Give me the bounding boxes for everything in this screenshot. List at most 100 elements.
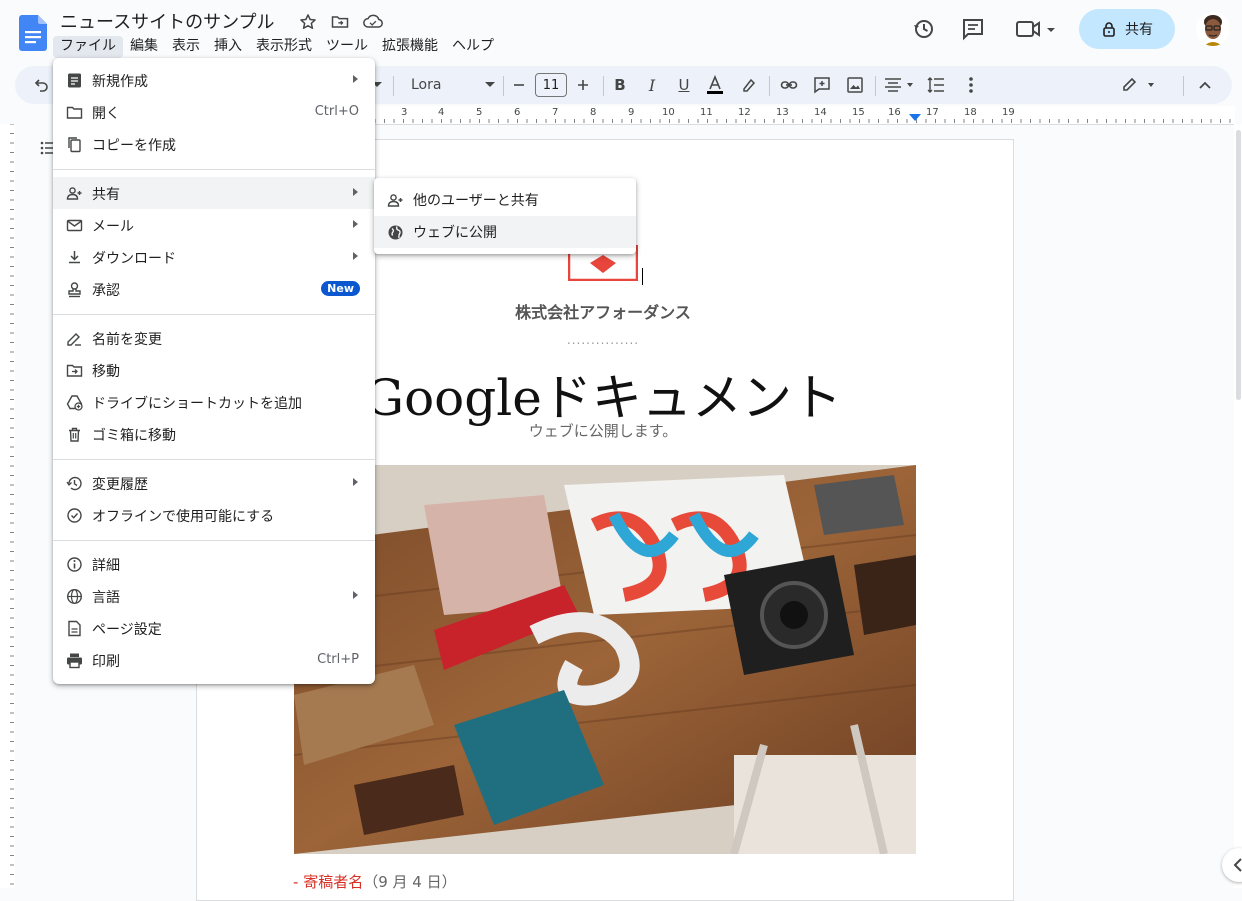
font-family-value: Lora	[411, 77, 442, 93]
text-color-icon[interactable]	[703, 66, 727, 104]
file-menu-move[interactable]: 移動	[53, 354, 375, 386]
file-menu-email[interactable]: メール	[53, 209, 375, 241]
side-panel-toggle-button[interactable]	[1222, 848, 1242, 882]
lock-icon	[1103, 22, 1115, 37]
star-icon[interactable]	[298, 12, 318, 32]
share-button[interactable]: 共有	[1079, 9, 1175, 49]
file-menu-new-label: 新規作成	[92, 74, 148, 90]
bold-icon[interactable]: B	[609, 66, 631, 104]
file-menu-copy[interactable]: コピーを作成	[53, 128, 375, 160]
meet-video-icon[interactable]	[1012, 12, 1060, 46]
byline: - 寄稿者名（9 月 4 日）	[293, 871, 457, 892]
ruler-number: 4	[438, 107, 445, 118]
toolbar-divider	[769, 76, 770, 96]
file-menu-rename[interactable]: 名前を変更	[53, 322, 375, 354]
open-shortcut: Ctrl+O	[314, 104, 359, 119]
ruler-number: 19	[1002, 107, 1015, 118]
share-button-label: 共有	[1125, 22, 1153, 38]
print-shortcut: Ctrl+P	[317, 652, 359, 667]
underline-icon[interactable]: U	[673, 66, 695, 104]
share-with-others-label: 他のユーザーと共有	[413, 193, 539, 209]
ruler-number: 12	[738, 107, 751, 118]
page-setup-icon	[68, 620, 81, 637]
chevron-left-icon	[1233, 858, 1242, 872]
ruler-number: 11	[700, 107, 713, 118]
menu-insert[interactable]: 挿入	[207, 36, 249, 58]
file-menu-trash[interactable]: ゴミ箱に移動	[53, 418, 375, 450]
file-menu-print-label: 印刷	[92, 654, 120, 670]
menu-format[interactable]: 表示形式	[249, 36, 319, 58]
approval-stamp-icon	[68, 282, 81, 298]
menu-divider	[53, 540, 375, 541]
menu-file[interactable]: ファイル	[53, 36, 123, 58]
collapse-menus-icon[interactable]	[1193, 66, 1217, 104]
copy-icon	[68, 137, 81, 153]
info-icon	[67, 557, 82, 572]
trash-icon	[69, 427, 80, 442]
horizontal-ruler[interactable]: 3 4 5 6 7 8 9 10 11 12 13 14 15 16 17 18…	[375, 106, 1235, 125]
menu-edit[interactable]: 編集	[123, 36, 165, 58]
menu-extensions[interactable]: 拡張機能	[375, 36, 445, 58]
folder-icon	[66, 106, 83, 119]
line-spacing-icon[interactable]	[923, 66, 949, 104]
insert-link-icon[interactable]	[777, 66, 801, 104]
font-family-select[interactable]: Lora	[405, 66, 495, 104]
byline-prefix: -	[293, 873, 304, 891]
document-title[interactable]: ニュースサイトのサンプル	[60, 8, 275, 34]
file-menu-rename-label: 名前を変更	[92, 332, 162, 348]
file-menu-version-history-label: 変更履歴	[92, 477, 148, 493]
move-folder-icon[interactable]	[330, 12, 350, 32]
menu-help[interactable]: ヘルプ	[445, 36, 501, 58]
file-menu-add-shortcut[interactable]: ドライブにショートカットを追加	[53, 386, 375, 418]
highlight-color-icon[interactable]	[737, 66, 761, 104]
byline-author: 寄稿者名	[303, 873, 364, 891]
vertical-ruler-ticks	[10, 124, 14, 885]
file-menu-version-history[interactable]: 変更履歴	[53, 467, 375, 499]
file-menu-page-setup[interactable]: ページ設定	[53, 612, 375, 644]
align-dropdown-icon[interactable]	[881, 66, 917, 104]
font-size-input[interactable]: 11	[535, 73, 567, 97]
file-menu-share-label: 共有	[92, 187, 120, 203]
cloud-saved-icon[interactable]	[362, 12, 383, 32]
text-cursor	[642, 268, 643, 285]
publish-to-web-label: ウェブに公開	[413, 225, 497, 241]
menu-tools[interactable]: ツール	[319, 36, 375, 58]
undo-icon[interactable]	[29, 66, 53, 104]
document-photo[interactable]	[294, 465, 916, 854]
new-document-icon	[68, 73, 81, 88]
file-menu-share[interactable]: 共有	[53, 177, 375, 209]
editing-mode-icon[interactable]	[1119, 66, 1161, 104]
offline-check-icon	[67, 508, 82, 523]
file-menu-open[interactable]: 開く Ctrl+O	[53, 96, 375, 128]
menu-view[interactable]: 表示	[165, 36, 207, 58]
file-menu-approval[interactable]: 承認 New	[53, 273, 375, 305]
comments-icon[interactable]	[956, 12, 990, 46]
increase-font-size-icon[interactable]	[573, 66, 593, 104]
ruler-number: 9	[628, 107, 635, 118]
document-subtitle: ウェブに公開します。	[528, 422, 678, 440]
file-menu-new[interactable]: 新規作成	[53, 64, 375, 96]
font-size-field[interactable]: 11	[534, 66, 568, 104]
vertical-ruler[interactable]	[0, 124, 15, 888]
file-menu-offline[interactable]: オフラインで使用可能にする	[53, 499, 375, 531]
person-add-icon	[66, 187, 82, 200]
file-menu-print[interactable]: 印刷 Ctrl+P	[53, 644, 375, 676]
insert-comment-icon[interactable]	[810, 66, 834, 104]
file-menu-download[interactable]: ダウンロード	[53, 241, 375, 273]
file-menu-trash-label: ゴミ箱に移動	[92, 428, 176, 444]
right-indent-marker[interactable]	[909, 114, 921, 121]
file-menu-open-label: 開く	[92, 106, 120, 122]
italic-icon[interactable]: I	[641, 66, 663, 104]
version-history-icon[interactable]	[907, 12, 941, 46]
file-menu-language[interactable]: 言語	[53, 580, 375, 612]
avatar[interactable]	[1196, 12, 1230, 46]
scrollbar-thumb[interactable]	[1236, 130, 1241, 400]
file-menu-details[interactable]: 詳細	[53, 548, 375, 580]
docs-logo-icon[interactable]	[19, 15, 47, 51]
share-with-others-item[interactable]: 他のユーザーと共有	[374, 184, 636, 216]
publish-to-web-item[interactable]: ウェブに公開	[374, 216, 636, 248]
insert-image-icon[interactable]	[843, 66, 867, 104]
file-menu-approval-label: 承認	[92, 283, 120, 299]
decrease-font-size-icon[interactable]	[509, 66, 529, 104]
more-options-icon[interactable]	[959, 66, 983, 104]
